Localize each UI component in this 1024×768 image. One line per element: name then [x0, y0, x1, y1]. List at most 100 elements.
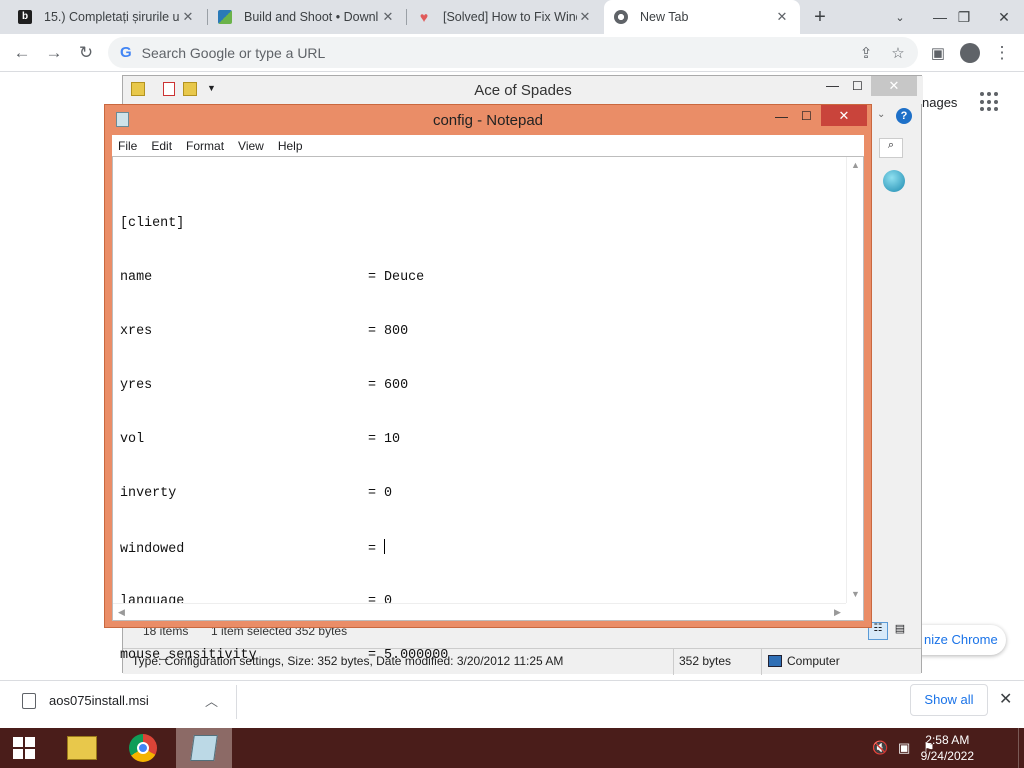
tab-solved-fix[interactable]: ♥ [Solved] How to Fix Wind ✕ — [407, 0, 603, 34]
status-location: Computer — [787, 654, 840, 668]
equals-sign: = — [368, 542, 377, 557]
show-all-button[interactable]: Show all — [910, 684, 988, 716]
config-line-inverty: inverty = 0 — [120, 485, 448, 503]
divider — [761, 649, 762, 675]
scroll-right-icon[interactable]: ▶ — [829, 604, 846, 621]
taskbar-chrome[interactable] — [115, 728, 171, 768]
close-window-button[interactable]: ✕ — [984, 0, 1024, 34]
scroll-left-icon[interactable]: ◀ — [113, 604, 130, 621]
config-key: inverty — [120, 486, 177, 501]
images-link[interactable]: nages — [922, 95, 957, 110]
download-bar: aos075install.msi ︿ Show all ✕ — [0, 680, 1024, 722]
status-size: 352 bytes — [679, 654, 732, 668]
menu-file[interactable]: File — [112, 139, 145, 153]
minimize-button[interactable]: — — [826, 78, 839, 93]
close-tab-icon[interactable]: ✕ — [774, 9, 790, 25]
tab-title: New Tab — [640, 10, 689, 24]
folder-icon — [67, 736, 97, 760]
menu-format[interactable]: Format — [180, 139, 232, 153]
close-tab-icon[interactable]: ✕ — [380, 9, 396, 25]
config-line-vol: vol = 10 — [120, 431, 448, 449]
config-value: 600 — [384, 378, 409, 393]
notepad-menu-bar: File Edit Format View Help — [112, 135, 864, 156]
close-tab-icon[interactable]: ✕ — [180, 9, 196, 25]
back-arrow-icon[interactable]: ← — [6, 34, 38, 72]
chevron-up-icon[interactable]: ︿ — [205, 691, 218, 710]
text-cursor — [384, 539, 385, 554]
customize-chrome-button[interactable]: nize Chrome — [908, 625, 1006, 655]
divider — [673, 649, 674, 675]
forward-arrow-icon[interactable]: → — [38, 34, 70, 72]
tab-title: [Solved] How to Fix Wind — [443, 10, 577, 24]
config-line-yres: yres = 600 — [120, 377, 448, 395]
clock-date: 9/24/2022 — [920, 749, 974, 763]
maximize-button[interactable]: ☐ — [852, 79, 863, 93]
computer-icon — [768, 655, 782, 667]
config-value: 10 — [384, 432, 401, 447]
restore-button[interactable]: ❐ — [944, 0, 984, 34]
new-tab-button[interactable]: + — [800, 0, 840, 34]
kebab-menu-icon[interactable]: ⋮ — [986, 34, 1018, 72]
tab-brainly[interactable]: b 15.) Completați șirurile u ✕ — [8, 0, 206, 34]
apps-grid-icon[interactable] — [980, 92, 1000, 112]
close-icon[interactable]: ✕ — [999, 689, 1012, 709]
omnibox[interactable]: G Search Google or type a URL — [108, 37, 918, 68]
config-value: 5.000000 — [384, 648, 449, 663]
horizontal-scrollbar[interactable]: ◀ ▶ — [113, 603, 846, 620]
network-icon[interactable]: ▣ — [898, 740, 910, 756]
tab-title: 15.) Completați șirurile u — [44, 10, 180, 24]
menu-edit[interactable]: Edit — [145, 139, 180, 153]
scroll-down-icon[interactable]: ▼ — [847, 586, 864, 603]
chevron-down-icon[interactable]: ⌄ — [877, 109, 885, 120]
brainly-icon: b — [18, 10, 32, 24]
customize-chrome-label: nize Chrome — [924, 632, 998, 647]
system-clock[interactable]: 2:58 AM 9/24/2022 — [921, 732, 974, 764]
taskbar-notepad[interactable] — [176, 728, 232, 768]
large-icons-view-icon[interactable]: ▤ — [891, 622, 909, 640]
help-icon[interactable]: ? — [896, 108, 912, 124]
taskbar-file-explorer[interactable] — [54, 728, 110, 768]
section-header: [client] — [120, 216, 185, 231]
config-value: 0 — [384, 486, 393, 501]
tab-new-tab[interactable]: New Tab ✕ — [604, 0, 800, 34]
explorer-title: Ace of Spades — [474, 82, 572, 99]
config-key: vol — [120, 432, 145, 447]
tab-title: Build and Shoot • Downl — [244, 10, 379, 24]
share-icon[interactable]: ⇪ — [850, 34, 882, 72]
config-text[interactable]: [client] name = Deuce xres = 800 yres = 600 vo… — [120, 179, 448, 755]
profile-avatar[interactable] — [954, 34, 986, 72]
menu-help[interactable]: Help — [272, 139, 311, 153]
bookmark-star-icon[interactable]: ☆ — [882, 34, 914, 72]
tab-search-chevron-icon[interactable]: ⌄ — [880, 0, 920, 34]
buildandshoot-icon — [218, 10, 232, 24]
tab-build-and-shoot[interactable]: Build and Shoot • Downl ✕ — [208, 0, 406, 34]
start-button[interactable] — [0, 728, 48, 768]
maximize-button[interactable]: ☐ — [801, 109, 812, 123]
show-desktop-button[interactable] — [1018, 728, 1019, 768]
vertical-scrollbar[interactable]: ▲ ▼ — [846, 157, 863, 603]
close-button[interactable]: ✕ — [871, 76, 917, 96]
divider — [236, 685, 237, 719]
reload-icon[interactable]: ↻ — [70, 34, 102, 72]
omnibox-placeholder: Search Google or type a URL — [141, 44, 326, 61]
notepad-window: config - Notepad — ☐ ✕ File Edit Format … — [104, 104, 872, 717]
side-panel-icon[interactable]: ▣ — [922, 34, 954, 72]
volume-muted-icon[interactable]: 🔇 — [872, 740, 888, 756]
equals-sign: = — [368, 270, 377, 285]
config-line-mouse-sensitivity: mouse_sensitivity = 5.000000 — [120, 647, 448, 665]
config-line-xres: xres = 800 — [120, 323, 448, 341]
heart-icon: ♥ — [419, 9, 429, 25]
close-button[interactable]: ✕ — [821, 105, 867, 126]
windows-logo-icon — [13, 737, 35, 759]
config-key: yres — [120, 378, 153, 393]
windows-taskbar: 🔇 ▣ ⚑ 2:58 AM 9/24/2022 — [0, 728, 1024, 768]
scroll-up-icon[interactable]: ▲ — [847, 157, 864, 174]
close-tab-icon[interactable]: ✕ — [577, 9, 593, 25]
download-filename[interactable]: aos075install.msi — [49, 693, 149, 708]
chrome-icon — [129, 734, 157, 762]
menu-view[interactable]: View — [232, 139, 272, 153]
notepad-text-area[interactable]: [client] name = Deuce xres = 800 yres = 600 vo… — [112, 156, 864, 717]
minimize-button[interactable]: — — [775, 109, 788, 124]
google-g-icon: G — [120, 44, 132, 61]
search-icon[interactable]: ⌕ — [879, 138, 903, 158]
